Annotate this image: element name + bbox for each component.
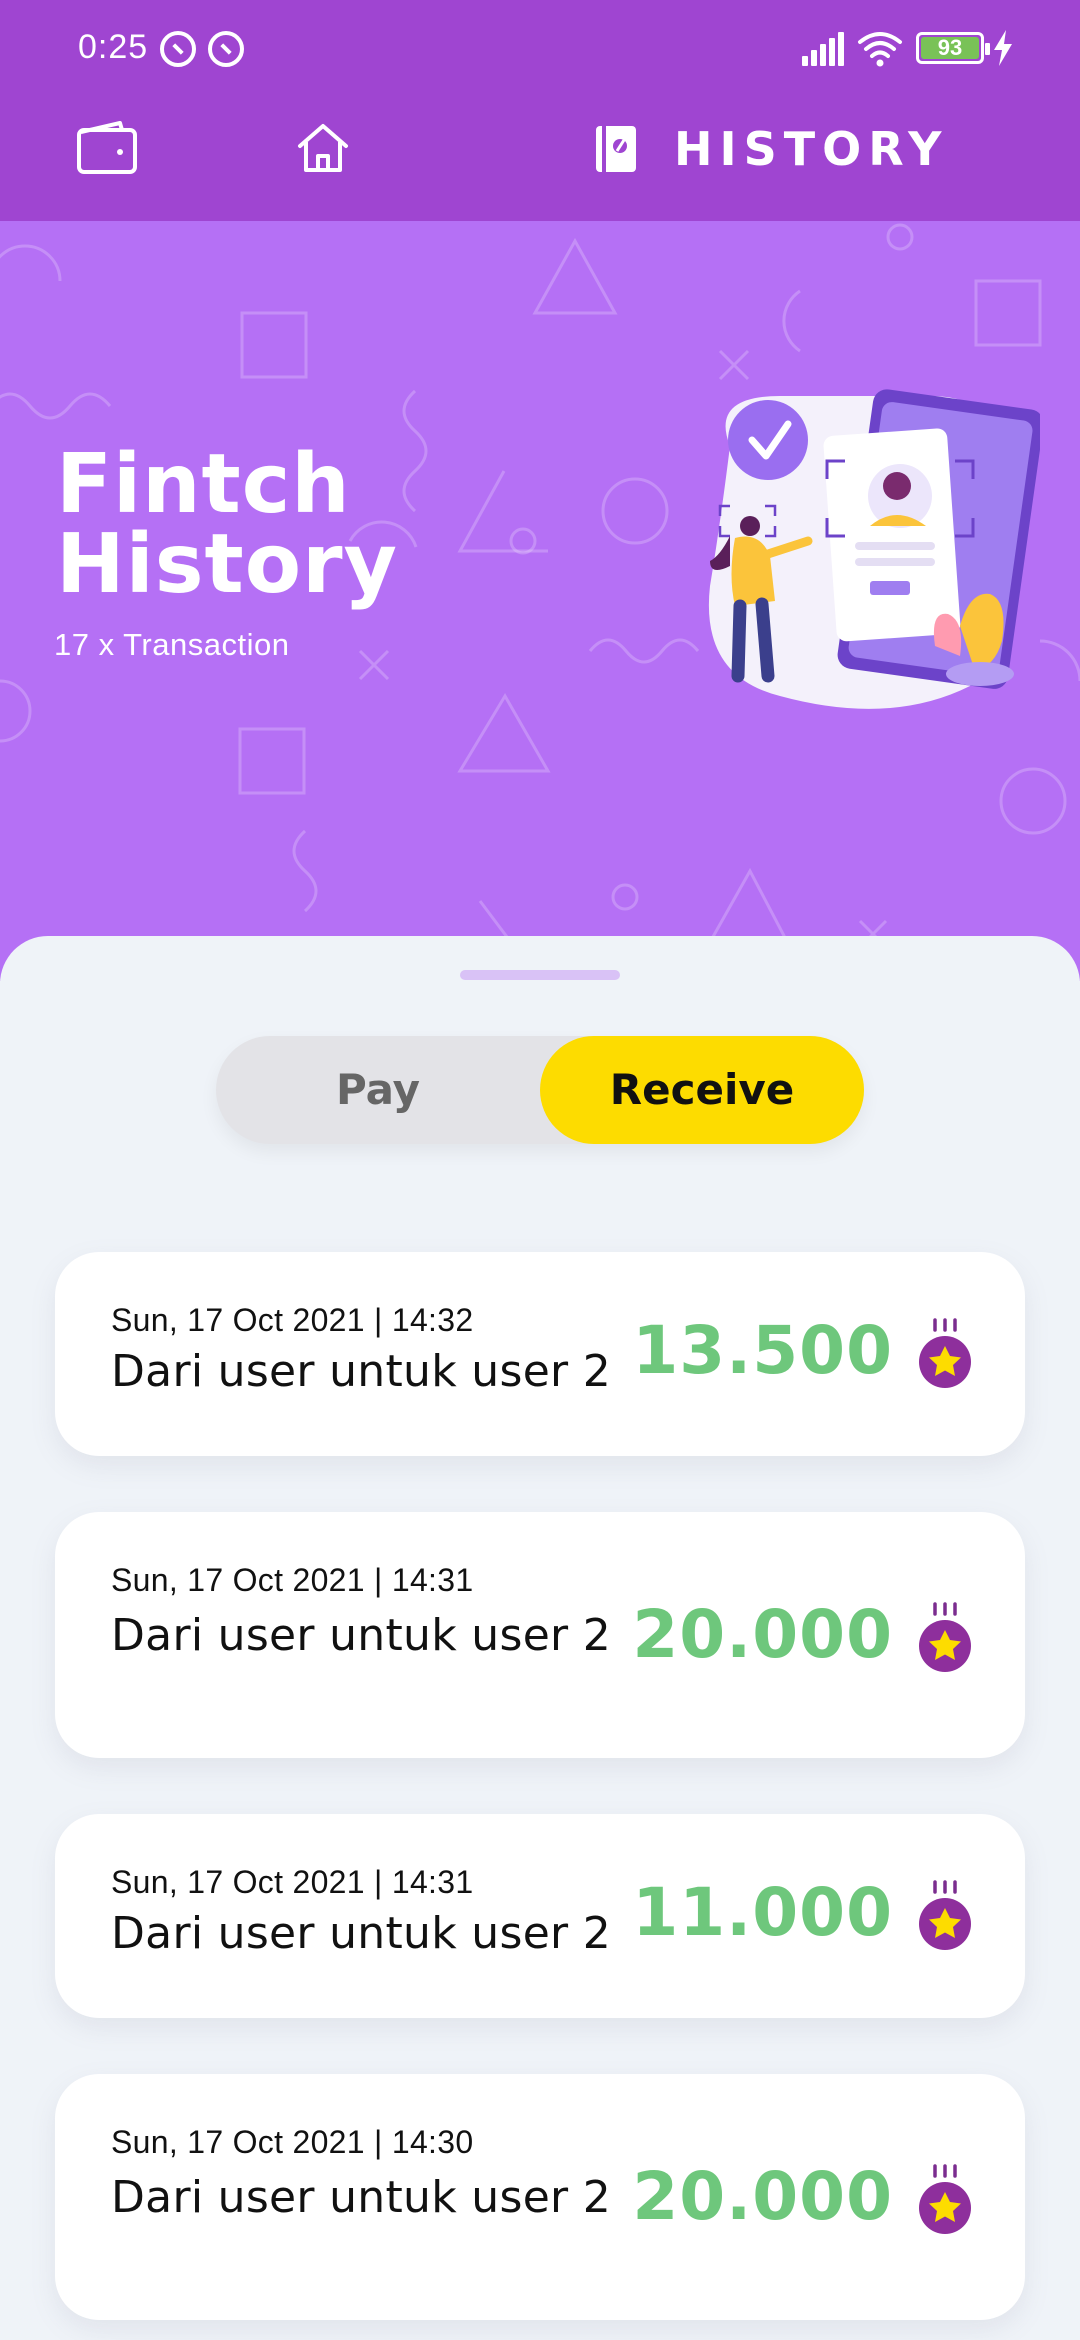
transaction-description: Dari user untuk user 2 <box>111 1610 612 1661</box>
transaction-card[interactable]: Sun, 17 Oct 2021 | 14:31 Dari user untuk… <box>55 1512 1025 1758</box>
transaction-description: Dari user untuk user 2 <box>111 2172 612 2223</box>
coin-icon <box>919 1880 971 1950</box>
transaction-count: 17 x Transaction <box>54 627 290 662</box>
coin-icon <box>919 2164 971 2234</box>
transaction-amount: 11.000 <box>632 1874 893 1951</box>
notification-icon <box>208 31 244 67</box>
hero-title: Fintch History <box>56 437 398 612</box>
hero-title-line2: History <box>56 517 398 612</box>
home-icon[interactable] <box>296 120 350 176</box>
status-bar: 0:25 93 <box>0 0 1080 96</box>
transaction-date: Sun, 17 Oct 2021 | 14:30 <box>111 2124 474 2160</box>
book-icon <box>596 126 636 172</box>
history-sheet: Pay Receive Sun, 17 Oct 2021 | 14:32 Dar… <box>0 936 1080 2340</box>
transaction-description: Dari user untuk user 2 <box>111 1346 612 1397</box>
transaction-date: Sun, 17 Oct 2021 | 14:31 <box>111 1562 474 1598</box>
history-tab[interactable]: HISTORY <box>594 122 948 176</box>
receive-tab[interactable]: Receive <box>540 1036 864 1144</box>
pay-receive-toggle: Pay Receive <box>216 1036 864 1144</box>
charging-icon <box>994 30 1012 66</box>
transaction-card[interactable]: Sun, 17 Oct 2021 | 14:31 Dari user untuk… <box>55 1814 1025 2018</box>
battery-level: 93 <box>937 35 963 60</box>
wifi-icon <box>858 32 902 67</box>
top-app-bar: 0:25 93 HISTORY <box>0 0 1080 221</box>
transaction-card[interactable]: Sun, 17 Oct 2021 | 14:32 Dari user untuk… <box>55 1252 1025 1456</box>
transaction-date: Sun, 17 Oct 2021 | 14:32 <box>111 1302 474 1338</box>
transaction-card[interactable]: Sun, 17 Oct 2021 | 14:30 Dari user untuk… <box>55 2074 1025 2320</box>
transaction-description: Dari user untuk user 2 <box>111 1908 612 1959</box>
sheet-drag-handle[interactable] <box>460 970 620 980</box>
verification-illustration <box>708 389 1040 709</box>
coin-icon <box>919 1318 971 1388</box>
signal-icon <box>802 32 844 66</box>
notification-icon <box>160 31 196 67</box>
hero-banner: Fintch History 17 x Transaction <box>0 221 1080 981</box>
status-time: 0:25 <box>78 28 149 66</box>
transaction-amount: 13.500 <box>632 1312 893 1389</box>
coin-icon <box>919 1602 971 1672</box>
transaction-amount: 20.000 <box>632 2158 893 2235</box>
transaction-amount: 20.000 <box>632 1596 893 1673</box>
hero-title-line1: Fintch <box>56 437 351 532</box>
transaction-list: Sun, 17 Oct 2021 | 14:32 Dari user untuk… <box>55 1252 1025 2340</box>
transaction-date: Sun, 17 Oct 2021 | 14:31 <box>111 1864 474 1900</box>
history-tab-label: HISTORY <box>674 122 949 176</box>
wallet-icon[interactable] <box>76 120 138 176</box>
pay-tab[interactable]: Pay <box>216 1036 540 1144</box>
battery-icon: 93 <box>916 32 990 64</box>
